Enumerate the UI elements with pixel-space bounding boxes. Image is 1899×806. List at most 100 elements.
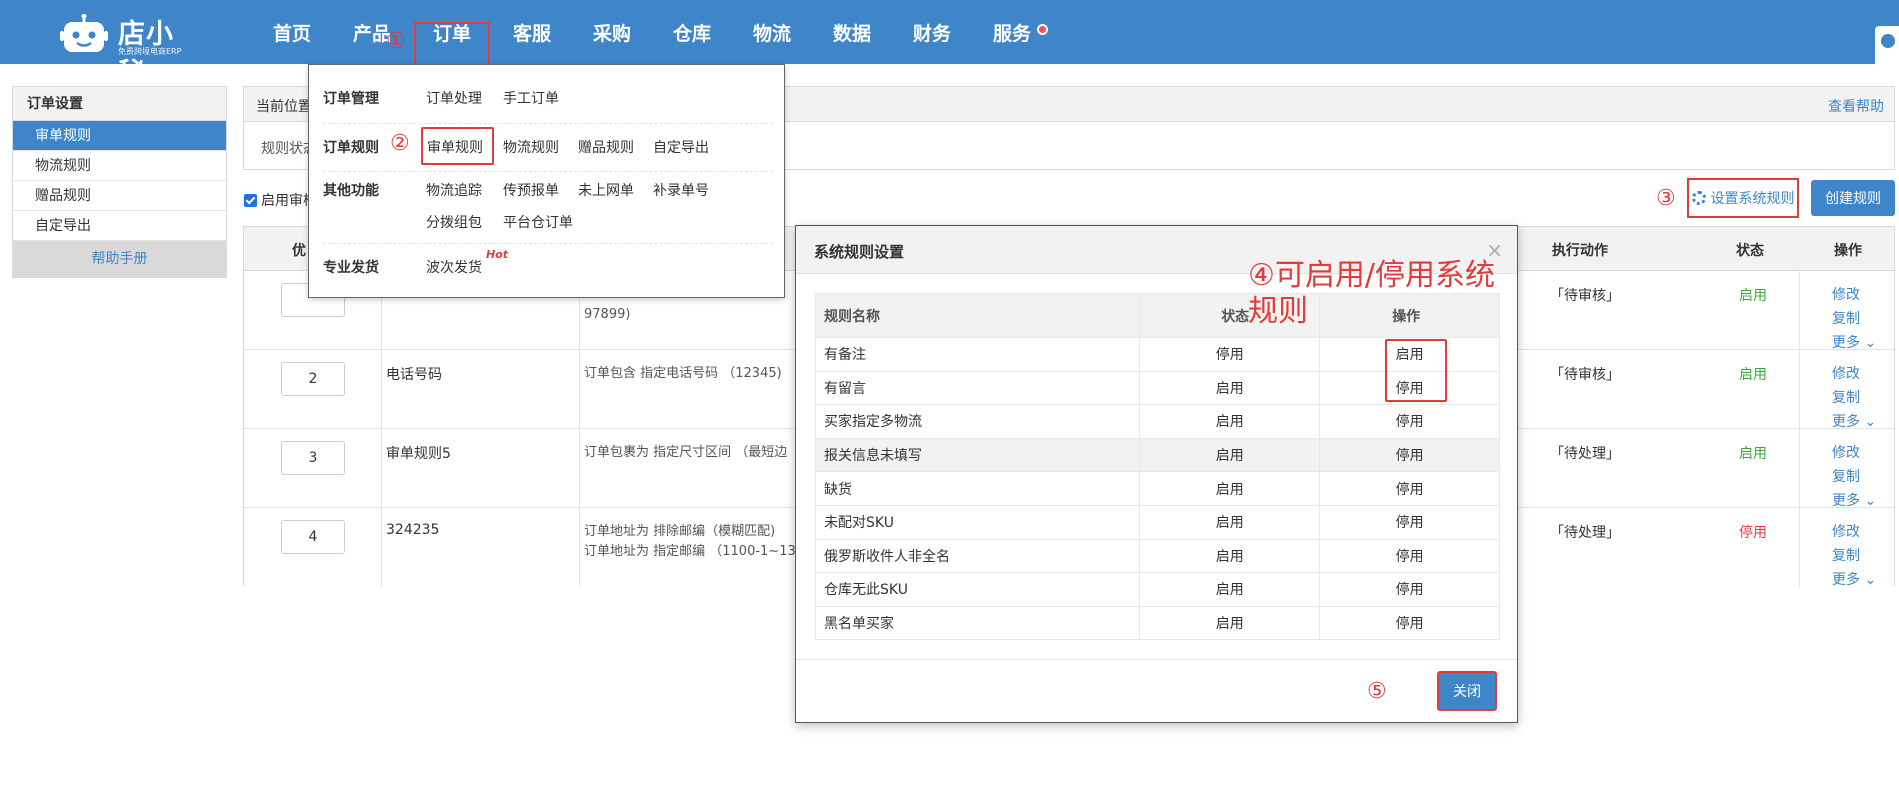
user-avatar[interactable] (1875, 26, 1899, 64)
brand-tagline: 免费跨境电商ERP (118, 47, 182, 56)
rule-status: 启用 (1139, 572, 1321, 607)
divider (323, 243, 773, 244)
menu-custom-export[interactable]: 自定导出 (653, 137, 709, 157)
orders-dropdown-menu: 订单管理 订单处理 手工订单 订单规则 ② 审单规则 物流规则 赠品规则 自定导… (308, 64, 785, 298)
sidebar-item-logistics-rules[interactable]: 物流规则 (13, 151, 226, 181)
more-label: 更多 (1832, 414, 1860, 430)
rule-status: 启用 (1739, 367, 1767, 383)
notification-dot-icon (1037, 24, 1048, 35)
copy-link[interactable]: 复制 (1832, 307, 1876, 331)
hot-badge: Hot (486, 248, 509, 261)
priority-input[interactable]: 2 (281, 362, 345, 396)
condition-line: 订单地址为 指定邮编 （1100-1~13 (584, 544, 796, 559)
edit-link[interactable]: 修改 (1832, 520, 1876, 544)
condition-line: 订单包裹为 指定尺寸区间 （最短边 (584, 445, 788, 460)
priority-input[interactable]: 4 (281, 520, 345, 554)
set-system-rules-label: 设置系统规则 (1710, 191, 1795, 207)
disable-link[interactable]: 停用 (1319, 471, 1500, 506)
close-button[interactable]: 关闭 (1437, 671, 1497, 711)
rule-name: 买家指定多物流 (814, 404, 1141, 439)
user-icon (1881, 34, 1895, 48)
disable-link[interactable]: 停用 (1319, 538, 1500, 574)
condition-line: 订单包含 指定电话号码 （12345) (584, 366, 782, 381)
menu-supplement-tracking[interactable]: 补录单号 (653, 180, 709, 200)
nav-finance[interactable]: 财务 (892, 0, 972, 64)
rule-name: 324235 (386, 522, 440, 538)
create-rule-button[interactable]: 创建规则 (1811, 180, 1895, 216)
sidebar-item-custom-export[interactable]: 自定导出 (13, 211, 226, 241)
col-status: 状态 (1736, 243, 1764, 259)
nav-customer-service[interactable]: 客服 (492, 0, 572, 64)
rule-action: 「待处理」 (1550, 446, 1620, 462)
menu-platform-warehouse-order[interactable]: 平台仓订单 (503, 212, 573, 232)
sidebar-item-gift-rules[interactable]: 赠品规则 (13, 181, 226, 211)
disable-link[interactable]: 停用 (1319, 572, 1500, 607)
col-operations: 操作 (1834, 243, 1862, 259)
sidebar-title: 订单设置 (13, 87, 226, 121)
nav-purchase[interactable]: 采购 (572, 0, 652, 64)
menu-order-processing[interactable]: 订单处理 (426, 88, 482, 108)
rule-status: 启用 (1739, 288, 1767, 304)
rule-status: 启用 (1139, 504, 1321, 540)
copy-link[interactable]: 复制 (1832, 544, 1876, 568)
rule-condition: 订单包含 指定电话号码 （12345) (584, 364, 782, 384)
copy-link[interactable]: 复制 (1832, 386, 1876, 410)
table-row: 缺货 启用 停用 (814, 471, 1500, 506)
menu-group-pro-shipping: 专业发货 (323, 260, 379, 276)
sidebar: 订单设置 审单规则 物流规则 赠品规则 自定导出 帮助手册 (12, 86, 227, 278)
logo[interactable]: 店小秘 免费跨境电商ERP (60, 8, 195, 89)
more-dropdown[interactable]: 更多 ⌄ (1832, 568, 1876, 592)
rule-ops: 修改 复制 更多 ⌄ (1832, 520, 1876, 592)
annotation-2: ② (390, 131, 410, 156)
nav-logistics[interactable]: 物流 (732, 0, 812, 64)
edit-link[interactable]: 修改 (1832, 441, 1876, 465)
menu-logistics-rules[interactable]: 物流规则 (503, 137, 559, 157)
menu-group-order-mgmt: 订单管理 (323, 91, 379, 107)
disable-link[interactable]: 停用 (1319, 504, 1500, 540)
menu-audit-rules[interactable]: 审单规则 (427, 137, 483, 157)
col-priority: 优 (292, 243, 306, 259)
divider (796, 659, 1517, 660)
set-system-rules-button[interactable]: 设置系统规则 (1687, 178, 1799, 218)
nav-warehouse[interactable]: 仓库 (652, 0, 732, 64)
disable-link[interactable]: 停用 (1319, 605, 1500, 641)
sidebar-item-audit-rules[interactable]: 审单规则 (13, 121, 226, 151)
rule-name: 黑名单买家 (814, 605, 1141, 641)
copy-link[interactable]: 复制 (1832, 465, 1876, 489)
rule-name: 俄罗斯收件人非全名 (814, 538, 1141, 574)
rule-condition: 订单包裹为 指定尺寸区间 （最短边 (584, 443, 787, 463)
chevron-down-icon: ⌄ (1864, 414, 1877, 430)
divider (323, 123, 773, 124)
rule-status: 启用 (1139, 404, 1321, 439)
help-manual-link[interactable]: 帮助手册 (13, 241, 226, 277)
nav-data[interactable]: 数据 (812, 0, 892, 64)
edit-link[interactable]: 修改 (1832, 283, 1876, 307)
menu-gift-rules[interactable]: 赠品规则 (578, 137, 634, 157)
rule-status: 启用 (1739, 446, 1767, 462)
condition-line: 订单地址为 排除邮编（模糊匹配) (584, 524, 776, 539)
chevron-down-icon: ⌄ (1864, 572, 1877, 588)
priority-input[interactable]: 3 (281, 441, 345, 475)
disable-link[interactable]: 停用 (1319, 437, 1500, 473)
menu-logistics-tracking[interactable]: 物流追踪 (426, 180, 482, 200)
enable-audit-toggle[interactable]: 启用审核 (244, 190, 317, 210)
view-help-link[interactable]: 查看帮助 (1828, 96, 1884, 116)
enable-audit-checkbox[interactable] (244, 193, 257, 207)
annotation-3: ③ (1656, 186, 1676, 211)
rule-action: 「待处理」 (1550, 525, 1620, 541)
rule-condition: 订单地址为 排除邮编（模糊匹配) 订单地址为 指定邮编 （1100-1~13 (584, 522, 796, 562)
table-row: 未配对SKU 启用 停用 (814, 504, 1500, 540)
nav-orders-highlight (414, 22, 490, 64)
menu-manual-order[interactable]: 手工订单 (503, 88, 559, 108)
nav-home[interactable]: 首页 (252, 0, 332, 64)
disable-link[interactable]: 停用 (1319, 404, 1500, 439)
menu-wave-shipping[interactable]: 波次发货 (426, 257, 482, 277)
menu-consolidation[interactable]: 分拨组包 (426, 212, 482, 232)
col-action: 执行动作 (1552, 243, 1608, 259)
menu-not-online[interactable]: 未上网单 (578, 180, 634, 200)
menu-pre-declaration[interactable]: 传预报单 (503, 180, 559, 200)
gear-icon (1691, 191, 1706, 205)
col-rule-name: 规则名称 (814, 293, 1141, 338)
rule-status: 启用 (1139, 370, 1321, 406)
edit-link[interactable]: 修改 (1832, 362, 1876, 386)
